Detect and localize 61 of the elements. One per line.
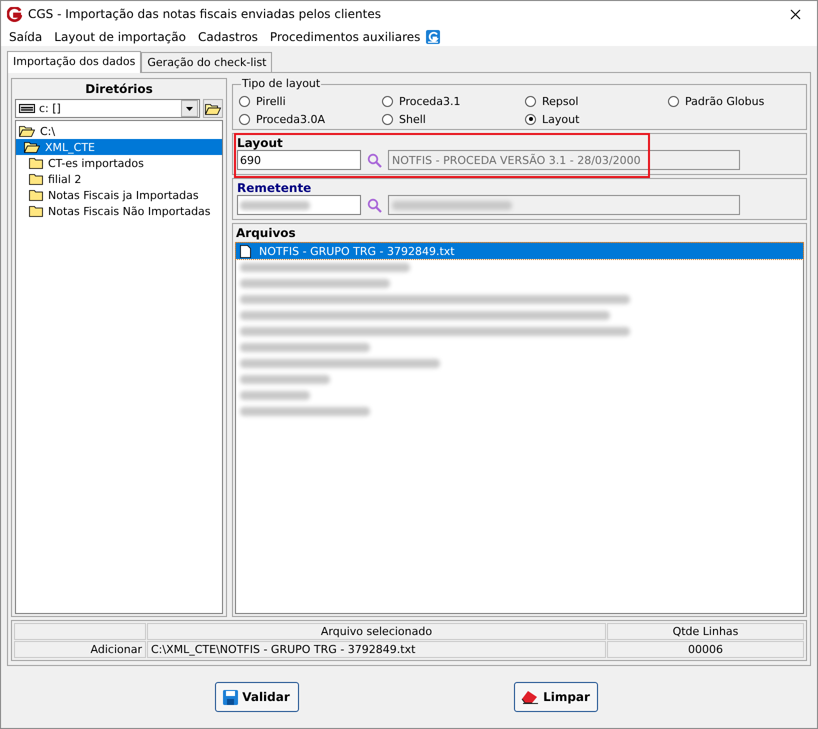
radio-option[interactable]: Proceda3.0A xyxy=(239,111,382,127)
radio-option[interactable]: Shell xyxy=(382,111,525,127)
tree-item[interactable]: C:\ xyxy=(16,123,222,139)
folder-icon xyxy=(29,205,43,217)
folder-icon xyxy=(29,189,43,201)
table-cell: C:\XML_CTE\NOTFIS - GRUPO TRG - 3792849.txt xyxy=(147,641,606,658)
radio-option[interactable]: Pirelli xyxy=(239,93,382,109)
drive-icon xyxy=(19,104,35,113)
layout-description-field: NOTFIS - PROCEDA VERSÃO 3.1 - 28/03/2000 xyxy=(388,150,740,170)
search-icon[interactable] xyxy=(367,198,382,212)
drive-dropdown[interactable]: c: [] xyxy=(15,99,200,118)
clear-button[interactable]: Limpar xyxy=(514,682,598,712)
open-folder-icon xyxy=(24,141,40,153)
menu-item[interactable]: Cadastros xyxy=(192,30,264,44)
tree-item[interactable]: Notas Fiscais Não Importadas xyxy=(16,203,222,219)
open-folder-icon xyxy=(205,102,221,114)
tree-item[interactable]: Notas Fiscais ja Importadas xyxy=(16,187,222,203)
file-item[interactable]: NOTFIS - GRUPO TRG - 3792849.txt xyxy=(236,243,803,259)
group-title: Tipo de layout xyxy=(241,77,322,90)
radio-button[interactable] xyxy=(525,96,536,106)
section-label: Layout xyxy=(237,136,284,150)
tab[interactable]: Geração do check-list xyxy=(141,52,272,72)
radio-option[interactable]: Layout xyxy=(525,111,668,127)
window-title: CGS - Importação das notas fiscais enviadas pelos clientes xyxy=(28,7,382,21)
menu-item[interactable]: Procedimentos auxiliares xyxy=(264,30,426,44)
search-icon[interactable] xyxy=(367,152,382,168)
sender-code-field[interactable] xyxy=(237,195,361,215)
column-header: Arquivo selecionado xyxy=(147,623,606,640)
table-cell: Adicionar xyxy=(14,641,146,658)
table-cell: 00006 xyxy=(607,641,804,658)
eraser-icon xyxy=(521,690,540,704)
open-folder-button[interactable] xyxy=(203,99,223,118)
folder-icon xyxy=(29,173,43,185)
folder-icon xyxy=(29,157,43,169)
menu-item[interactable]: Saída xyxy=(3,30,48,44)
radio-option[interactable]: Repsol xyxy=(525,93,668,109)
open-folder-icon xyxy=(19,125,35,137)
tree-item[interactable]: filial 2 xyxy=(16,171,222,187)
close-icon xyxy=(790,8,800,20)
radio-option[interactable]: Padrão Globus xyxy=(668,93,811,109)
layout-code-field[interactable]: 690 xyxy=(237,150,361,170)
radio-button[interactable] xyxy=(239,96,250,106)
document-icon xyxy=(240,244,251,258)
app-badge-icon[interactable] xyxy=(426,30,440,44)
menu-item[interactable]: Layout de importação xyxy=(48,30,192,44)
radio-button[interactable] xyxy=(525,114,536,124)
column-header: Qtde Linhas xyxy=(607,623,804,640)
tab[interactable]: Importação dos dados xyxy=(7,51,142,73)
panel-title: Diretórios xyxy=(84,81,154,97)
radio-option[interactable]: Proceda3.1 xyxy=(382,93,525,109)
app-logo-icon xyxy=(7,6,22,22)
radio-button[interactable] xyxy=(668,96,679,106)
validate-button[interactable]: Validar xyxy=(214,682,298,712)
blurred-file-item xyxy=(240,390,310,400)
section-label: Arquivos xyxy=(235,225,297,242)
radio-button[interactable] xyxy=(382,96,393,106)
section-label: Remetente xyxy=(237,181,312,195)
radio-button[interactable] xyxy=(239,114,250,124)
radio-button[interactable] xyxy=(382,114,393,124)
tree-item[interactable]: CT-es importados xyxy=(16,155,222,171)
tree-item[interactable]: XML_CTE xyxy=(16,139,222,155)
